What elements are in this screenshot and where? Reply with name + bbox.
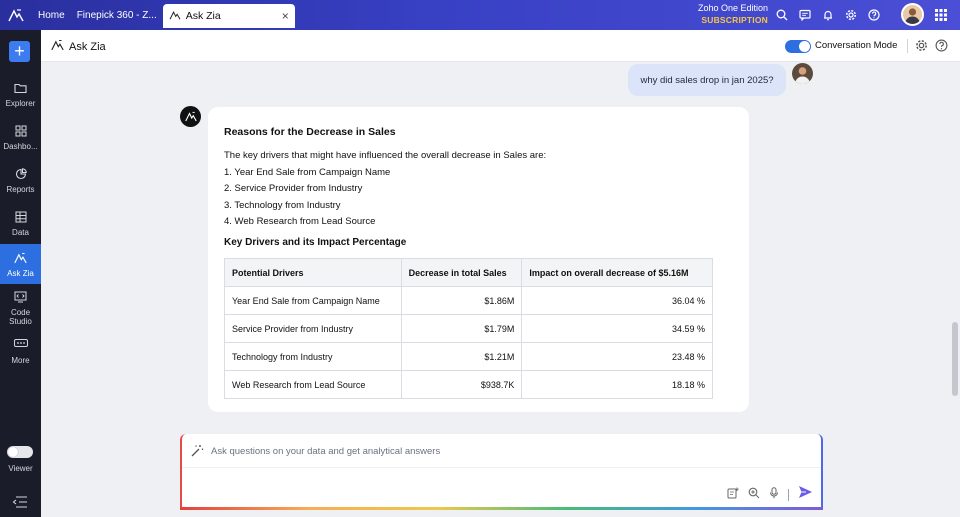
- table-title: Key Drivers and its Impact Percentage: [224, 237, 407, 248]
- top-bar: Home Finepick 360 - Z... Ask Zia × Zoho …: [0, 0, 960, 30]
- zia-icon: [169, 10, 181, 23]
- answer-title: Reasons for the Decrease in Sales: [224, 126, 396, 138]
- zia-icon: [51, 39, 64, 54]
- page-title: Ask Zia: [51, 39, 106, 54]
- divider: [788, 488, 789, 501]
- conversation-mode-label: Conversation Mode: [815, 40, 898, 51]
- sidebar-item-label: Data: [12, 228, 29, 237]
- dashboard-icon: [0, 125, 41, 139]
- impact-cell: 18.18 %: [521, 370, 713, 399]
- driver-cell: Service Provider from Industry: [224, 314, 402, 343]
- code-icon: [0, 291, 41, 305]
- help-icon[interactable]: [868, 9, 880, 21]
- tab-ask-zia[interactable]: Ask Zia ×: [162, 4, 295, 28]
- driver-cell: Technology from Industry: [224, 342, 402, 371]
- edition-name: Zoho One Edition: [697, 3, 768, 13]
- tab-home[interactable]: Home: [32, 0, 71, 30]
- sidebar-item-code-studio[interactable]: Code Studio: [0, 289, 41, 326]
- edition-info: Zoho One Edition SUBSCRIPTION: [690, 2, 768, 26]
- table-icon: [0, 211, 41, 225]
- drivers-list: 1. Year End Sale from Campaign Name 2. S…: [224, 165, 390, 230]
- table-row: Service Provider from Industry $1.79M 34…: [224, 314, 713, 343]
- table-header-row: Potential Drivers Decrease in total Sale…: [224, 258, 713, 287]
- decrease-cell: $1.86M: [400, 286, 523, 315]
- column-header[interactable]: Impact on overall decrease of $5.16M: [521, 258, 713, 287]
- viewer-label: Viewer: [8, 464, 33, 473]
- decrease-cell: $1.79M: [400, 314, 523, 343]
- help-icon[interactable]: [935, 39, 948, 57]
- sidebar-item-label: More: [11, 356, 30, 365]
- column-header[interactable]: Decrease in total Sales: [400, 258, 523, 287]
- ask-placeholder: Ask questions on your data and get analy…: [211, 446, 441, 457]
- search-icon[interactable]: [776, 9, 788, 21]
- tab-finepick[interactable]: Finepick 360 - Z...: [71, 0, 163, 30]
- conversation-mode-toggle[interactable]: [785, 40, 811, 53]
- list-item: 4. Web Research from Lead Source: [224, 215, 376, 227]
- page-title-text: Ask Zia: [69, 40, 106, 53]
- folder-icon: [0, 82, 41, 96]
- reports-icon: [0, 168, 41, 182]
- bell-icon[interactable]: [822, 9, 834, 21]
- sidebar-item-label: Explorer: [5, 99, 36, 108]
- divider: [907, 39, 908, 53]
- app-logo[interactable]: [0, 0, 32, 30]
- sidebar-item-label: Ask Zia: [7, 269, 34, 278]
- list-item: 2. Service Provider from Industry: [224, 183, 363, 195]
- impact-cell: 36.04 %: [521, 286, 713, 315]
- viewer-toggle[interactable]: [7, 446, 33, 458]
- subscription-link[interactable]: SUBSCRIPTION: [690, 14, 768, 26]
- scrollbar[interactable]: [952, 322, 958, 396]
- list-item: 3. Technology from Industry: [224, 199, 341, 211]
- new-button[interactable]: +: [9, 41, 30, 62]
- tab-label: Ask Zia: [185, 10, 221, 22]
- sidebar-item-ask-zia[interactable]: Ask Zia: [0, 244, 41, 284]
- sidebar-item-label: Reports: [6, 185, 35, 194]
- impact-cell: 23.48 %: [521, 342, 713, 371]
- decrease-cell: $938.7K: [400, 370, 523, 399]
- list-item: 1. Year End Sale from Campaign Name: [224, 167, 391, 178]
- zia-icon: [0, 252, 41, 266]
- sidebar-item-label: Dashbo...: [3, 142, 38, 151]
- avatar: [792, 63, 813, 84]
- ask-input-field[interactable]: Ask questions on your data and get analy…: [182, 434, 821, 468]
- collapse-sidebar-icon[interactable]: [12, 495, 28, 513]
- ask-toolbar: [727, 485, 813, 504]
- sidebar-item-label: Code Studio: [9, 308, 32, 326]
- impact-cell: 34.59 %: [521, 314, 713, 343]
- table-row: Technology from Industry $1.21M 23.48 %: [224, 342, 713, 371]
- zoom-search-icon[interactable]: [748, 486, 760, 504]
- table-row: Year End Sale from Campaign Name $1.86M …: [224, 286, 713, 315]
- more-icon: [0, 339, 41, 353]
- gear-icon[interactable]: [845, 9, 857, 21]
- microphone-icon[interactable]: [769, 486, 779, 504]
- answer-intro: The key drivers that might have influenc…: [224, 150, 547, 161]
- decrease-cell: $1.21M: [400, 342, 523, 371]
- magic-wand-icon: [190, 444, 204, 463]
- sidebar-item-dashboards[interactable]: Dashbo...: [0, 123, 41, 153]
- user-message: why did sales drop in jan 2025?: [628, 64, 786, 96]
- close-icon[interactable]: ×: [282, 9, 289, 23]
- sidebar: + Explorer Dashbo... Reports Data Ask Zi…: [0, 30, 41, 517]
- answer-card: Reasons for the Decrease in Sales The ke…: [208, 107, 749, 412]
- sidebar-item-reports[interactable]: Reports: [0, 166, 41, 196]
- driver-cell: Web Research from Lead Source: [224, 370, 402, 399]
- gear-icon[interactable]: [915, 39, 928, 57]
- chat-icon[interactable]: [799, 9, 811, 21]
- driver-cell: Year End Sale from Campaign Name: [224, 286, 402, 315]
- table-row: Web Research from Lead Source $938.7K 18…: [224, 370, 713, 399]
- send-icon[interactable]: [798, 485, 813, 504]
- ask-input-box[interactable]: Ask questions on your data and get analy…: [180, 434, 823, 510]
- avatar[interactable]: [901, 3, 924, 26]
- sidebar-item-explorer[interactable]: Explorer: [0, 80, 41, 110]
- sidebar-item-more[interactable]: More: [0, 337, 41, 367]
- column-header[interactable]: Potential Drivers: [224, 258, 402, 287]
- apps-grid-icon[interactable]: [935, 8, 947, 26]
- zia-avatar-icon: [180, 106, 201, 127]
- drivers-table: Potential Drivers Decrease in total Sale…: [224, 258, 713, 399]
- sidebar-item-data[interactable]: Data: [0, 209, 41, 239]
- page-header: Ask Zia Conversation Mode: [41, 30, 960, 62]
- add-note-icon[interactable]: [727, 486, 739, 504]
